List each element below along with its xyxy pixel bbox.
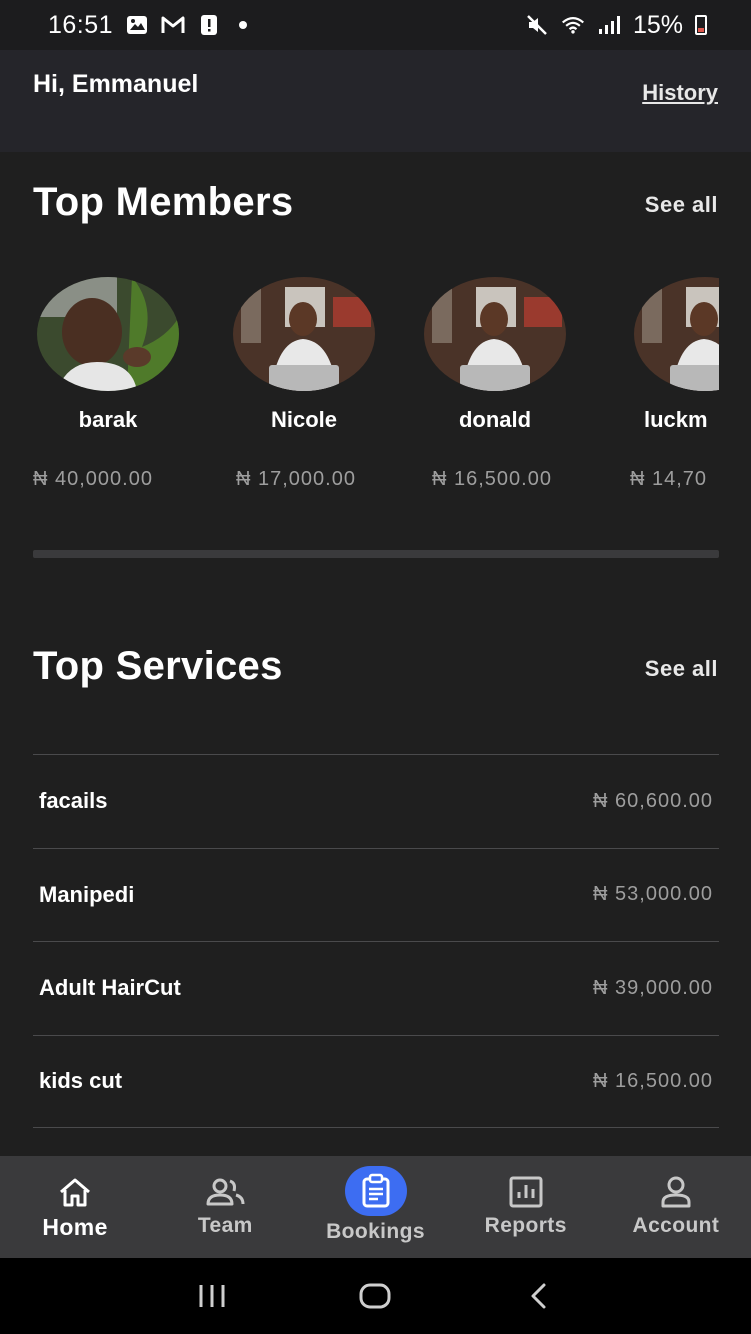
nav-label: Team: [197, 1214, 253, 1237]
greeting: Hi, Emmanuel: [33, 70, 199, 98]
account-icon: [656, 1174, 696, 1210]
avatar: [233, 277, 375, 391]
avatar: [634, 277, 719, 391]
top-services-see-all[interactable]: See all: [645, 656, 718, 682]
service-amount: ₦ 16,500.00: [593, 1069, 713, 1092]
member-amount: ₦ 40,000.00: [33, 468, 153, 490]
app-header: Hi, Emmanuel History: [0, 50, 751, 152]
nav-label: Reports: [484, 1214, 567, 1237]
member-card[interactable]: luckm: [630, 277, 719, 433]
nav-team[interactable]: Team: [150, 1156, 300, 1258]
member-card[interactable]: Nicole: [229, 277, 379, 433]
gallery-icon: [125, 14, 149, 36]
dot-icon: [239, 21, 248, 29]
service-amount: ₦ 39,000.00: [593, 976, 713, 999]
status-time: 16:51: [48, 10, 114, 39]
team-icon: [205, 1174, 245, 1210]
mute-icon: [525, 14, 549, 36]
nav-bookings[interactable]: Bookings: [300, 1156, 450, 1258]
member-name: luckm: [644, 407, 708, 432]
system-nav-bar: [0, 1258, 751, 1334]
service-row[interactable]: kids cut ₦ 16,500.00: [33, 1034, 719, 1128]
back-icon[interactable]: [519, 1276, 559, 1316]
service-name: kids cut: [39, 1068, 123, 1094]
service-amount: ₦ 60,600.00: [593, 789, 713, 812]
member-amount: ₦ 16,500.00: [432, 468, 552, 490]
status-left: 16:51: [48, 10, 248, 40]
member-amount: ₦ 17,000.00: [236, 468, 356, 490]
avatar: [424, 277, 566, 391]
top-members-see-all[interactable]: See all: [645, 192, 718, 218]
member-card[interactable]: barak: [33, 277, 183, 433]
signal-icon: [597, 14, 621, 36]
bookings-icon: [344, 1166, 407, 1216]
member-amount: ₦ 14,70: [630, 468, 708, 490]
alert-icon: [197, 14, 221, 36]
wifi-icon: [561, 14, 585, 36]
home-icon: [55, 1174, 95, 1210]
service-name: facails: [39, 788, 108, 814]
avatar: [37, 277, 179, 391]
battery-icon: [695, 15, 707, 35]
service-amount: ₦ 53,000.00: [593, 883, 713, 906]
history-link[interactable]: History: [642, 80, 718, 106]
member-card[interactable]: donald: [420, 277, 570, 433]
nav-home[interactable]: Home: [0, 1156, 150, 1258]
section-divider: [33, 550, 719, 558]
service-name: Adult HairCut: [39, 975, 181, 1001]
member-name: barak: [78, 407, 138, 432]
service-row[interactable]: facails ₦ 60,600.00: [33, 754, 719, 848]
reports-icon: [506, 1174, 546, 1210]
nav-label: Account: [632, 1214, 720, 1237]
top-members-title: Top Members: [33, 180, 294, 224]
battery-percent: 15%: [632, 10, 683, 39]
members-carousel[interactable]: barak Nicole donald luckm ₦ 40,000.00 ₦ …: [33, 277, 719, 507]
service-name: Manipedi: [39, 881, 135, 907]
nav-label: Bookings: [326, 1220, 425, 1243]
status-right: 15%: [525, 11, 707, 40]
home-button-icon[interactable]: [355, 1276, 395, 1316]
member-name: donald: [458, 407, 532, 432]
recent-apps-icon[interactable]: [192, 1276, 232, 1316]
member-name: Nicole: [270, 407, 338, 432]
service-row[interactable]: Adult HairCut ₦ 39,000.00: [33, 941, 719, 1035]
top-services-title: Top Services: [33, 644, 283, 688]
status-bar: 16:51 15%: [0, 0, 751, 50]
bottom-nav: Home Team Bookings Reports Account: [0, 1156, 751, 1258]
nav-label: Home: [42, 1214, 108, 1240]
nav-reports[interactable]: Reports: [451, 1156, 601, 1258]
services-list: facails ₦ 60,600.00 Manipedi ₦ 53,000.00…: [33, 754, 719, 1128]
nav-account[interactable]: Account: [601, 1156, 751, 1258]
service-row[interactable]: Manipedi ₦ 53,000.00: [33, 847, 719, 942]
gmail-icon: [161, 14, 185, 36]
